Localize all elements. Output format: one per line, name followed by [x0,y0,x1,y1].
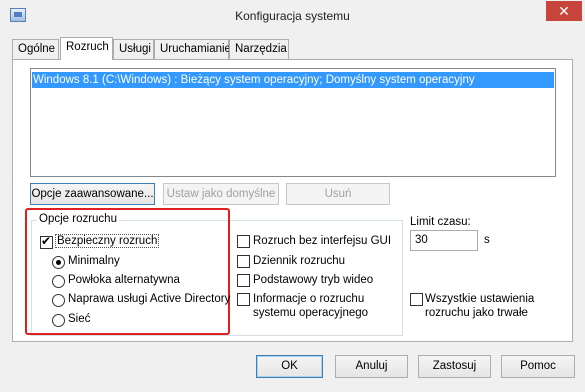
no-gui-checkbox[interactable] [237,235,250,248]
persistent-label-line2[interactable]: rozruchu jako trwałe [425,307,528,319]
help-button[interactable]: Pomoc [501,355,575,378]
safe-boot-checkbox[interactable] [40,234,53,249]
os-boot-info-checkbox[interactable] [237,293,250,306]
base-video-checkbox[interactable] [237,274,250,287]
timeout-input[interactable]: 30 [410,230,478,251]
minimal-radio[interactable] [52,256,65,269]
ad-repair-radio[interactable] [52,294,65,307]
network-radio[interactable] [52,314,65,327]
apply-button[interactable]: Zastosuj [418,355,491,378]
no-gui-label[interactable]: Rozruch bez interfejsu GUI [253,235,391,247]
boot-log-label[interactable]: Dziennik rozruchu [253,255,345,267]
title-bar: Konfiguracja systemu ✕ [0,0,585,32]
alternate-shell-label[interactable]: Powłoka alternatywna [68,274,180,286]
cancel-button[interactable]: Anuluj [335,355,408,378]
tab-tools[interactable]: Narzędzia [229,39,289,59]
os-boot-info-label-line2[interactable]: systemu operacyjnego [253,307,368,319]
tab-boot[interactable]: Rozruch [60,37,113,60]
os-list[interactable]: Windows 8.1 (C:\Windows) : Bieżący syste… [30,68,556,177]
timeout-unit: s [484,234,490,246]
window-title: Konfiguracja systemu [235,9,350,23]
timeout-label: Limit czasu: [410,216,471,228]
os-list-item[interactable]: Windows 8.1 (C:\Windows) : Bieżący syste… [32,72,554,88]
tab-startup[interactable]: Uruchamianie [154,39,231,59]
tab-general[interactable]: Ogólne [12,39,59,59]
tab-services[interactable]: Usługi [113,39,154,59]
os-boot-info-label-line1[interactable]: Informacje o rozruchu [253,293,364,305]
close-button[interactable]: ✕ [546,1,582,21]
persistent-checkbox[interactable] [410,293,423,306]
boot-log-checkbox[interactable] [237,255,250,268]
network-label[interactable]: Sieć [68,313,90,325]
advanced-options-button[interactable]: Opcje zaawansowane... [30,183,155,205]
alternate-shell-radio[interactable] [52,275,65,288]
ok-button[interactable]: OK [256,355,323,378]
base-video-label[interactable]: Podstawowy tryb wideo [253,274,373,286]
ad-repair-label[interactable]: Naprawa usługi Active Directory [68,293,230,305]
delete-button[interactable]: Usuń [286,183,390,205]
persistent-label-line1[interactable]: Wszystkie ustawienia [425,293,534,305]
minimal-label[interactable]: Minimalny [68,255,120,267]
set-default-button[interactable]: Ustaw jako domyślne [163,183,279,205]
safe-boot-label[interactable]: Bezpieczny rozruch [54,234,160,248]
